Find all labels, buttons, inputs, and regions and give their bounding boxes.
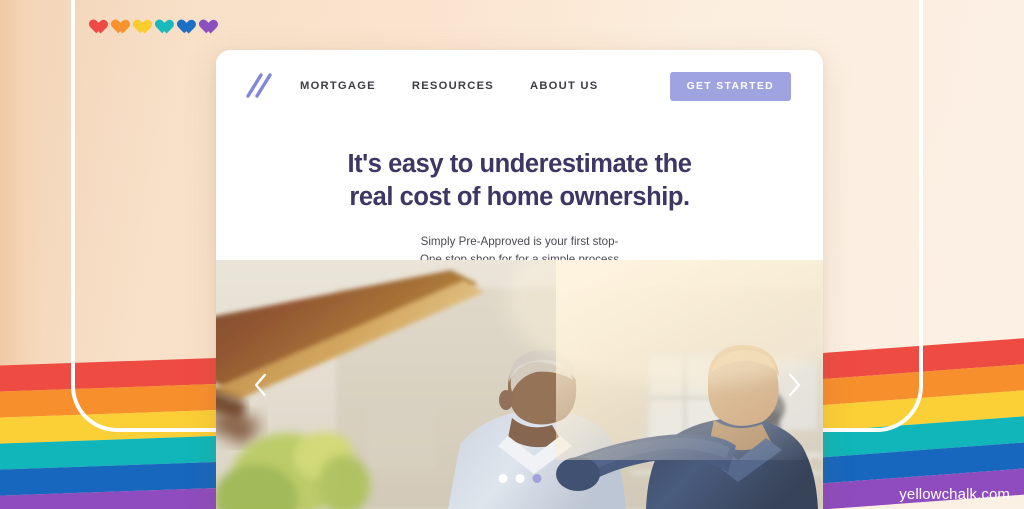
get-started-button[interactable]: GET STARTED xyxy=(669,71,791,101)
nav-link-mortgage[interactable]: MORTGAGE xyxy=(300,80,376,92)
carousel-dot-2[interactable] xyxy=(515,474,524,483)
hero-sub-line-1: Simply Pre-Approved is your first stop- xyxy=(420,235,619,249)
nav-link-about-us[interactable]: ABOUT US xyxy=(530,80,598,92)
nav-links-list: MORTGAGE RESOURCES ABOUT US xyxy=(300,80,670,92)
hero-carousel-photo xyxy=(216,260,823,509)
rainbow-hearts-row xyxy=(86,14,213,30)
hero-heading: It's easy to underestimate the real cost… xyxy=(256,148,783,213)
hero-copy-block: It's easy to underestimate the real cost… xyxy=(216,122,823,269)
heart-teal-icon xyxy=(152,14,169,30)
website-mockup-card: MORTGAGE RESOURCES ABOUT US GET STARTED … xyxy=(216,50,823,509)
heart-yellow-icon xyxy=(130,14,147,30)
house-and-couple-photo xyxy=(216,260,823,509)
hero-heading-line-1: It's easy to underestimate the xyxy=(347,150,692,178)
carousel-dots xyxy=(498,474,541,483)
heart-purple-icon xyxy=(196,14,213,30)
heart-blue-icon xyxy=(174,14,191,30)
double-slash-logo-icon[interactable] xyxy=(242,71,276,101)
site-navigation-bar: MORTGAGE RESOURCES ABOUT US GET STARTED xyxy=(216,50,823,122)
heart-red-icon xyxy=(86,14,103,30)
heart-orange-icon xyxy=(108,14,125,30)
watermark-text: yellowchalk.com xyxy=(899,486,1010,503)
carousel-dot-3[interactable] xyxy=(532,474,541,483)
hero-heading-line-2: real cost of home ownership. xyxy=(349,182,690,211)
nav-link-resources[interactable]: RESOURCES xyxy=(412,80,494,92)
chevron-left-icon[interactable] xyxy=(246,370,276,400)
chevron-right-icon[interactable] xyxy=(779,370,809,400)
carousel-dot-1[interactable] xyxy=(498,474,507,483)
